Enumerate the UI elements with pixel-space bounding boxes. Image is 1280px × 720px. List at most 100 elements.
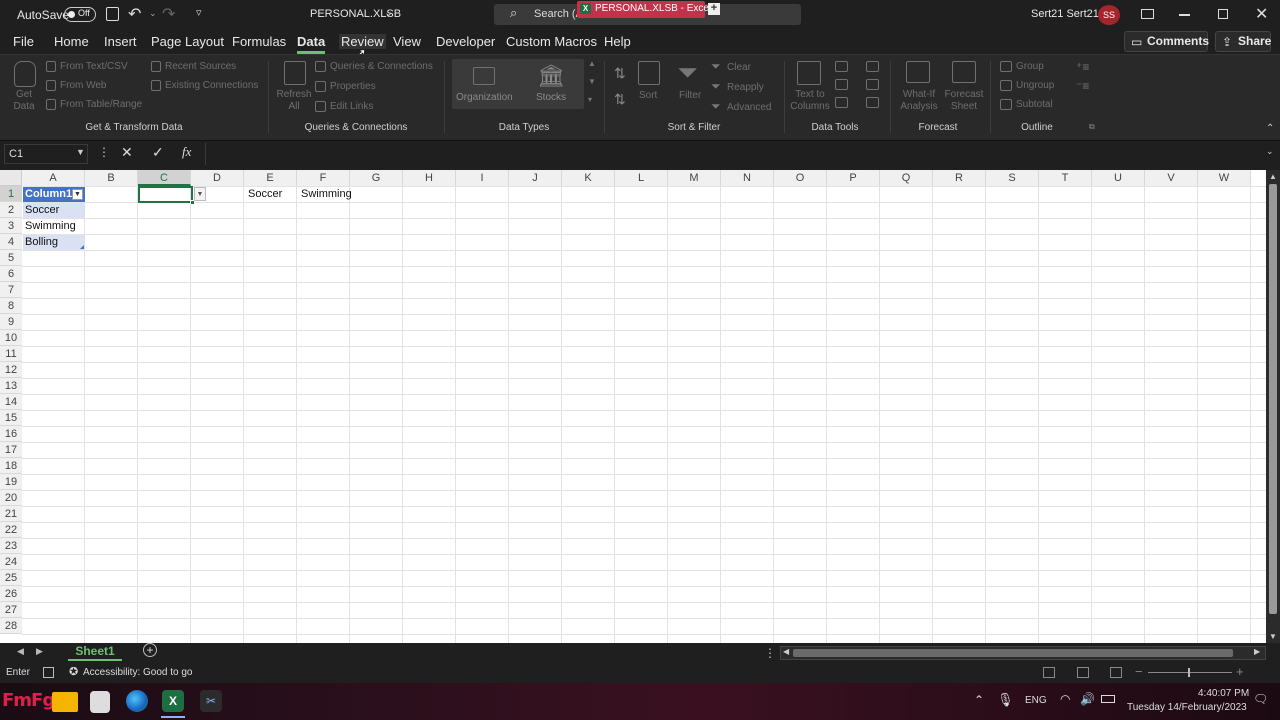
row-header-2[interactable]: 2 xyxy=(0,202,22,218)
column-header-a[interactable]: A xyxy=(22,170,85,186)
menu-formulas[interactable]: Formulas xyxy=(232,34,286,49)
page-break-view-icon[interactable] xyxy=(1110,667,1122,678)
menu-home[interactable]: Home xyxy=(54,34,89,49)
row-header-11[interactable]: 11 xyxy=(0,346,22,362)
tab-splitter-icon[interactable]: ⋮ xyxy=(764,646,776,660)
row-header-5[interactable]: 5 xyxy=(0,250,22,266)
zoom-out-icon[interactable]: − xyxy=(1135,664,1143,679)
row-header-25[interactable]: 25 xyxy=(0,570,22,586)
column-header-t[interactable]: T xyxy=(1039,170,1092,186)
sheet-tab-sheet1[interactable]: Sheet1 xyxy=(68,643,122,661)
select-all-corner[interactable] xyxy=(0,170,22,186)
edit-links-button[interactable]: Edit Links xyxy=(330,101,373,112)
row-header-27[interactable]: 27 xyxy=(0,602,22,618)
row-header-8[interactable]: 8 xyxy=(0,298,22,314)
accessibility-icon[interactable]: ✪ xyxy=(69,665,78,678)
from-text-csv-button[interactable]: From Text/CSV xyxy=(60,61,128,72)
group-button[interactable]: Group xyxy=(1016,61,1044,72)
next-sheet-icon[interactable]: ▶ xyxy=(36,646,43,657)
row-header-1[interactable]: 1 xyxy=(0,186,22,202)
remove-duplicates-icon[interactable] xyxy=(835,79,848,90)
cell-a4[interactable]: Bolling xyxy=(23,234,58,250)
window-tab[interactable]: X PERSONAL.XLSB - Excel xyxy=(577,1,711,18)
ribbon-display-icon[interactable] xyxy=(1141,9,1154,19)
column-header-m[interactable]: M xyxy=(668,170,721,186)
expand-formula-icon[interactable]: ⌄ xyxy=(1266,146,1274,157)
restore-icon[interactable] xyxy=(1218,9,1228,19)
battery-icon[interactable] xyxy=(1101,695,1115,703)
column-header-o[interactable]: O xyxy=(774,170,827,186)
row-header-3[interactable]: 3 xyxy=(0,218,22,234)
column-header-j[interactable]: J xyxy=(509,170,562,186)
recent-sources-button[interactable]: Recent Sources xyxy=(165,61,236,72)
name-box[interactable]: C1 ▼ xyxy=(4,144,88,164)
column-header-f[interactable]: F xyxy=(297,170,350,186)
scroll-right-icon[interactable]: ▶ xyxy=(1254,647,1260,656)
cell-f1[interactable]: Swimming xyxy=(299,186,352,202)
validation-dropdown-icon[interactable]: ▼ xyxy=(194,187,206,201)
row-header-17[interactable]: 17 xyxy=(0,442,22,458)
from-web-button[interactable]: From Web xyxy=(60,80,107,91)
collapse-ribbon-icon[interactable]: ⌃ xyxy=(1266,123,1274,134)
spreadsheet-grid[interactable]: ABCDEFGHIJKLMNOPQRSTUVW 1 2 3 4 5 6 7 8 9 10 11 12 1… xyxy=(0,170,1280,646)
gallery-down-icon[interactable]: ▼ xyxy=(588,77,596,86)
column-header-w[interactable]: W xyxy=(1198,170,1251,186)
notification-icon[interactable]: 🗨 xyxy=(1253,692,1268,706)
forecast-sheet-button[interactable]: Forecast Sheet xyxy=(943,89,985,113)
column-header-e[interactable]: E xyxy=(244,170,297,186)
row-header-26[interactable]: 26 xyxy=(0,586,22,602)
comments-button[interactable]: ▭ Comments xyxy=(1124,31,1209,52)
row-header-18[interactable]: 18 xyxy=(0,458,22,474)
refresh-all-button[interactable]: Refresh All xyxy=(276,89,312,113)
wifi-icon[interactable]: ◠ xyxy=(1060,692,1070,706)
row-header-14[interactable]: 14 xyxy=(0,394,22,410)
show-detail-icon[interactable]: ⁺≡ xyxy=(1076,60,1089,74)
column-header-k[interactable]: K xyxy=(562,170,615,186)
row-header-19[interactable]: 19 xyxy=(0,474,22,490)
close-icon[interactable]: ✕ xyxy=(1255,4,1268,24)
row-header-6[interactable]: 6 xyxy=(0,266,22,282)
row-header-28[interactable]: 28 xyxy=(0,618,22,634)
column-header-l[interactable]: L xyxy=(615,170,668,186)
insert-function-icon[interactable]: fx xyxy=(182,144,191,160)
edge-icon[interactable] xyxy=(126,690,148,712)
scroll-down-icon[interactable]: ▼ xyxy=(1269,632,1277,641)
column-header-b[interactable]: B xyxy=(85,170,138,186)
cell-a3[interactable]: Swimming xyxy=(23,218,76,234)
prev-sheet-icon[interactable]: ◀ xyxy=(17,646,24,657)
share-button[interactable]: ⇪ Share xyxy=(1215,31,1271,52)
gallery-up-icon[interactable]: ▲ xyxy=(588,59,596,68)
row-header-9[interactable]: 9 xyxy=(0,314,22,330)
minimize-icon[interactable] xyxy=(1179,14,1190,16)
redo-icon[interactable]: ↷ xyxy=(162,4,175,24)
cell-e1[interactable]: Soccer xyxy=(246,186,282,202)
column-header-h[interactable]: H xyxy=(403,170,456,186)
row-header-22[interactable]: 22 xyxy=(0,522,22,538)
row-header-13[interactable]: 13 xyxy=(0,378,22,394)
sort-za-icon[interactable]: ⇅ xyxy=(614,91,626,108)
row-header-24[interactable]: 24 xyxy=(0,554,22,570)
cancel-entry-icon[interactable]: ✕ xyxy=(121,144,133,161)
formula-input[interactable] xyxy=(205,143,1265,165)
normal-view-icon[interactable] xyxy=(1043,667,1055,678)
store-icon[interactable] xyxy=(90,691,110,713)
new-tab-icon[interactable]: + xyxy=(708,3,720,15)
advanced-button[interactable]: Advanced xyxy=(727,102,771,113)
scroll-left-icon[interactable]: ◀ xyxy=(783,647,789,656)
column-header-p[interactable]: P xyxy=(827,170,880,186)
organization-button[interactable]: Organization xyxy=(456,92,513,103)
save-icon[interactable] xyxy=(106,7,119,21)
microphone-icon[interactable]: 🎙 xyxy=(997,692,1014,708)
column-header-q[interactable]: Q xyxy=(880,170,933,186)
clock-date[interactable]: Tuesday 14/February/2023 xyxy=(1127,702,1247,713)
name-box-dropdown-icon[interactable]: ▼ xyxy=(76,147,85,157)
language-indicator[interactable]: ENG xyxy=(1025,695,1047,706)
h-scroll-thumb[interactable] xyxy=(793,649,1233,657)
relationships-icon[interactable] xyxy=(866,79,879,90)
column-header-r[interactable]: R xyxy=(933,170,986,186)
column-header-v[interactable]: V xyxy=(1145,170,1198,186)
sort-az-icon[interactable]: ⇅ xyxy=(614,65,626,82)
file-explorer-icon[interactable] xyxy=(52,692,78,712)
row-header-10[interactable]: 10 xyxy=(0,330,22,346)
column-header-s[interactable]: S xyxy=(986,170,1039,186)
